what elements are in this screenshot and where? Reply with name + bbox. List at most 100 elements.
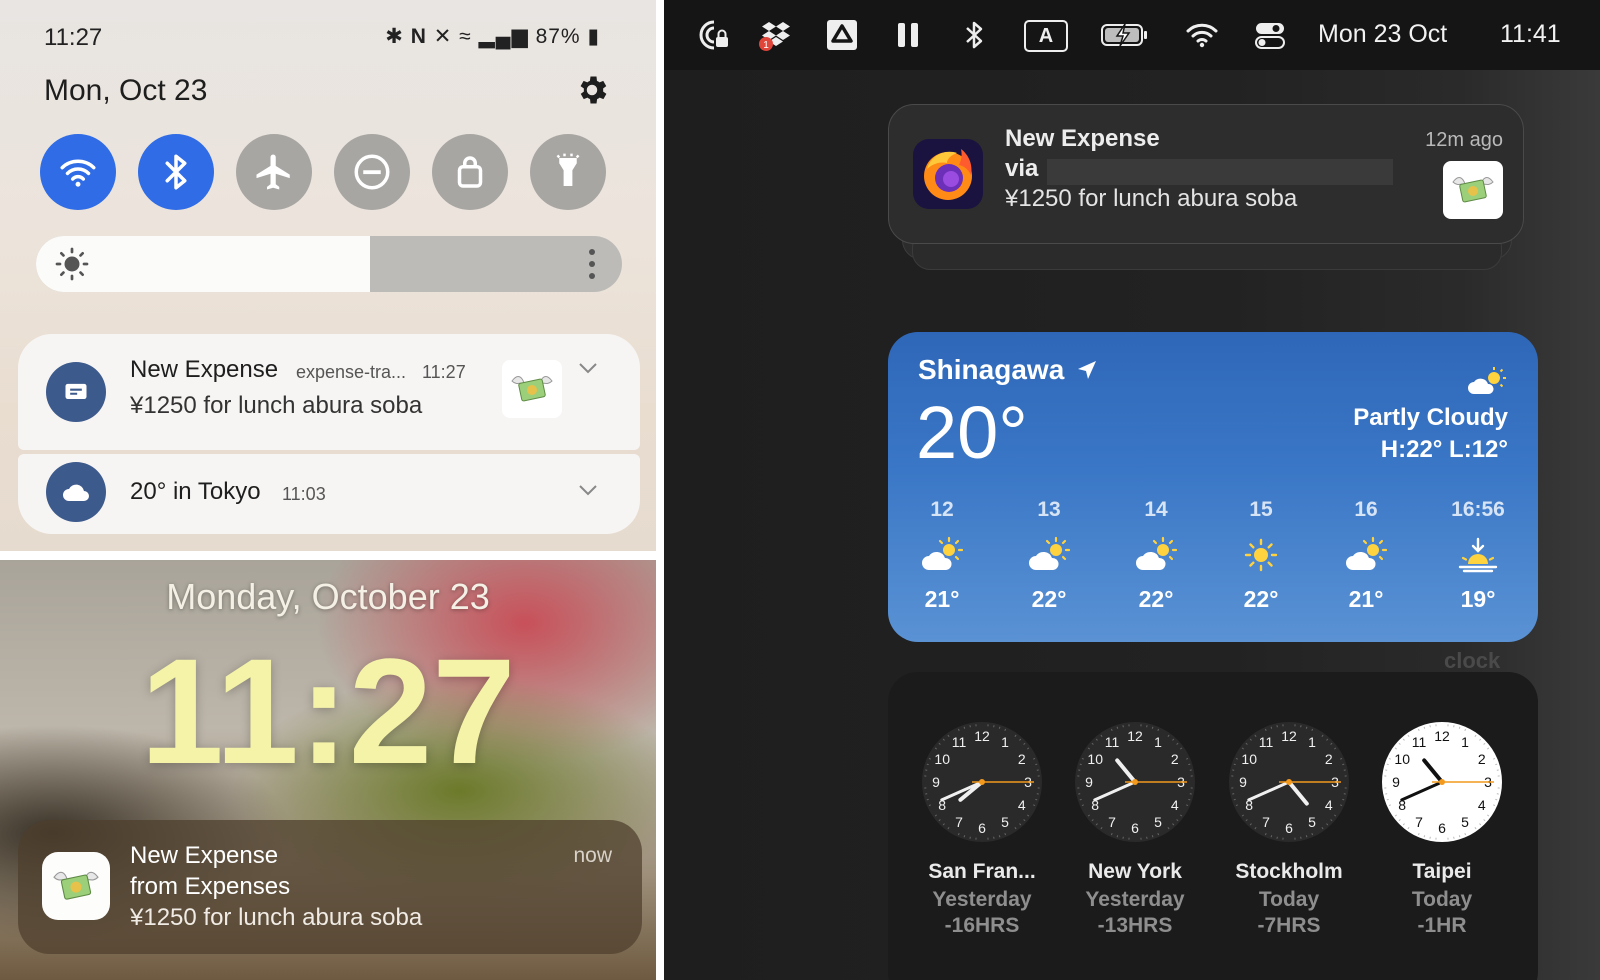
quick-toggle-bluetooth[interactable]	[138, 134, 214, 210]
quick-toggle-airplane[interactable]	[236, 134, 312, 210]
notification-time: now	[573, 844, 612, 867]
clock-day: Yesterday	[932, 888, 1032, 911]
expand-chevron-icon[interactable]	[578, 484, 598, 496]
do-not-disturb-icon	[354, 154, 390, 190]
svg-text:9: 9	[1085, 774, 1093, 790]
svg-text:6: 6	[978, 820, 986, 836]
svg-text:9: 9	[1239, 774, 1247, 790]
world-clock-item[interactable]: 1 2 3 4 5 6 7 8 9 10 11 12 San Fran... Yesterday -16HR…	[912, 720, 1052, 938]
svg-text:7: 7	[1262, 814, 1270, 830]
notification-body: ¥1250 for lunch abura soba	[130, 904, 423, 931]
signal-status-icon: ▂▄▆	[478, 25, 529, 48]
android-weather-notification[interactable]: 20° in Tokyo 11:03	[18, 454, 640, 534]
svg-text:6: 6	[1131, 820, 1139, 836]
notification-time: 11:03	[282, 484, 326, 504]
svg-text:9: 9	[1392, 774, 1400, 790]
svg-text:2: 2	[1478, 751, 1486, 767]
partly-cloudy-icon	[1346, 536, 1388, 570]
vpn-lock-icon[interactable]	[696, 18, 732, 52]
clock-offset: -1HR	[1417, 914, 1467, 937]
forecast-hour: 16	[1354, 498, 1378, 521]
brightness-sun-icon	[55, 247, 89, 281]
lock-icon	[457, 156, 483, 188]
mute-status-icon: ✕	[433, 25, 453, 48]
clock-city: New York	[1088, 860, 1182, 883]
wifi-status-icon: ≈	[459, 25, 472, 48]
pause-icon[interactable]	[890, 18, 926, 52]
bluetooth-icon[interactable]	[956, 18, 992, 52]
wifi-icon[interactable]	[1184, 18, 1220, 52]
redacted-sender	[1047, 159, 1393, 185]
clock-city: San Fran...	[928, 860, 1036, 883]
forecast-temperature: 21°	[924, 586, 960, 612]
hourly-forecast-item: 14 22°	[1116, 498, 1196, 613]
svg-text:4: 4	[1325, 797, 1333, 813]
drive-icon[interactable]	[824, 18, 860, 52]
notification-time: 12m ago	[1425, 129, 1503, 151]
svg-text:11: 11	[1259, 734, 1274, 750]
svg-text:5: 5	[1461, 814, 1469, 830]
expand-chevron-icon[interactable]	[578, 362, 598, 374]
weather-widget[interactable]: Shinagawa 20° Partly Cloudy H:22° L:12° …	[888, 332, 1538, 642]
clock-day: Today	[1258, 888, 1320, 911]
svg-text:11: 11	[952, 734, 967, 750]
hourly-forecast-item: 15 22°	[1221, 498, 1301, 613]
menu-bar-time[interactable]: 11:41	[1500, 20, 1561, 49]
world-clock-item[interactable]: 1 2 3 4 5 6 7 8 9 10 11 12 Stockholm Today -7HRS	[1219, 720, 1359, 938]
control-center-icon[interactable]	[1252, 18, 1288, 52]
svg-text:5: 5	[1001, 814, 1009, 830]
money-with-wings-icon	[502, 360, 562, 418]
svg-text:7: 7	[1415, 814, 1423, 830]
analog-clock-face: 1234567891011 12	[1382, 722, 1502, 842]
notification-subtitle: from Expenses	[130, 873, 291, 900]
quick-toggle-do-not-disturb[interactable]	[334, 134, 410, 210]
android-expense-notification[interactable]: New Expense expense-tra... 11:27 ¥1250 f…	[18, 334, 640, 450]
status-bar-icons: ✱ N ✕ ≈ ▂▄▆ 87% ▮	[385, 24, 600, 49]
input-source-icon[interactable]: A	[1024, 20, 1068, 52]
notification-title: New Expense	[130, 842, 279, 869]
quick-toggle-lock[interactable]	[432, 134, 508, 210]
panel-divider	[656, 0, 664, 980]
more-options-icon[interactable]	[588, 248, 596, 280]
message-icon	[46, 362, 106, 422]
svg-text:1: 1	[1154, 734, 1162, 750]
forecast-temperature: 22°	[1243, 586, 1279, 612]
quick-toggle-wifi[interactable]	[40, 134, 116, 210]
world-clock-item[interactable]: 1 2 3 4 5 6 7 8 9 10 11 12 Taipei Today -1HR	[1372, 720, 1512, 938]
world-clock-item[interactable]: 1 2 3 4 5 6 7 8 9 10 11 12 New York Yesterday -13HRS	[1065, 720, 1205, 938]
forecast-hour: 13	[1037, 498, 1061, 521]
svg-text:9: 9	[932, 774, 940, 790]
quick-toggle-flashlight[interactable]	[530, 134, 606, 210]
settings-gear-icon[interactable]	[574, 72, 610, 108]
ios-expense-notification[interactable]: New Expense from Expenses ¥1250 for lunc…	[18, 820, 642, 954]
android-notification-shade: 11:27 ✱ N ✕ ≈ ▂▄▆ 87% ▮ Mon, Oct 23 New …	[0, 0, 656, 551]
forecast-hour: 14	[1144, 498, 1168, 521]
macos-expense-notification[interactable]: New Expense via ¥1250 for lunch abura so…	[888, 104, 1524, 244]
clock-city: Taipei	[1412, 860, 1472, 883]
hourly-forecast-item: 13 22°	[1009, 498, 1089, 613]
current-temperature: 20°	[916, 391, 1028, 474]
brightness-slider[interactable]	[36, 236, 622, 292]
forecast-hour: 15	[1249, 498, 1273, 521]
world-clock-widget[interactable]: 1 2 3 4 5 6 7 8 9 10 11 12 San Fran... Yesterday -16HR…	[888, 672, 1538, 980]
svg-text:5: 5	[1154, 814, 1162, 830]
svg-text:2: 2	[1171, 751, 1179, 767]
wifi-icon	[60, 159, 96, 187]
dropbox-icon[interactable]: 1	[758, 18, 794, 52]
svg-text:7: 7	[1108, 814, 1116, 830]
clock-offset: -13HRS	[1097, 914, 1173, 937]
analog-clock-face: 1234567891011 12	[922, 722, 1042, 842]
svg-text:10: 10	[1087, 751, 1103, 767]
bluetooth-status-icon: ✱	[385, 25, 404, 48]
clock-day: Today	[1411, 888, 1473, 911]
battery-percent: 87%	[535, 25, 581, 48]
svg-text:6: 6	[1285, 820, 1293, 836]
menu-bar-date[interactable]: Mon 23 Oct	[1318, 20, 1447, 49]
location-arrow-icon	[1078, 361, 1097, 379]
nfc-status-icon: N	[410, 25, 427, 48]
notification-body: ¥1250 for lunch abura soba	[1005, 185, 1298, 212]
battery-charging-icon[interactable]	[1100, 18, 1150, 52]
forecast-temperature: 19°	[1460, 586, 1496, 612]
ios-lock-screen: Monday, October 23 11:27 New Expense fro…	[0, 560, 656, 980]
weather-condition: Partly Cloudy	[1353, 404, 1508, 431]
